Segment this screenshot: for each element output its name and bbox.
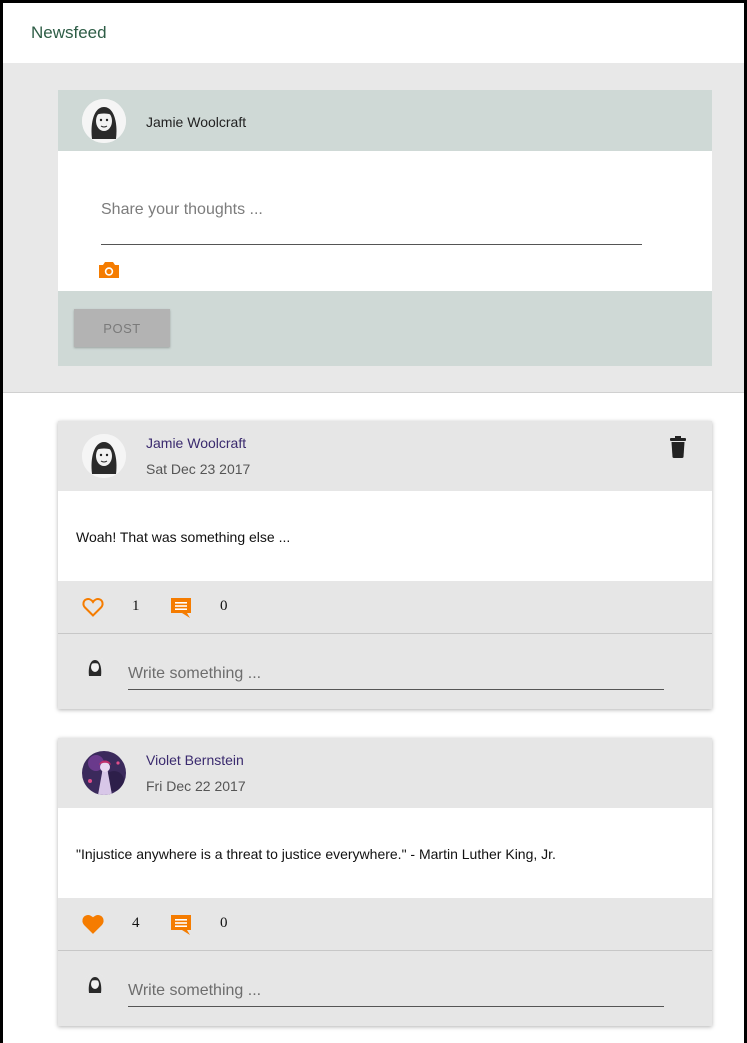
delete-trash-icon[interactable] bbox=[670, 436, 686, 458]
post-text: Woah! That was something else ... bbox=[76, 529, 291, 545]
post-actions: 1 0 bbox=[58, 581, 712, 634]
post-body: "Injustice anywhere is a threat to justi… bbox=[58, 808, 712, 898]
avatar bbox=[84, 656, 106, 678]
post-text: "Injustice anywhere is a threat to justi… bbox=[76, 846, 556, 862]
new-post-footer: POST bbox=[58, 291, 712, 366]
avatar bbox=[82, 99, 126, 143]
new-post-header: Jamie Woolcraft bbox=[58, 90, 712, 151]
post-author-name[interactable]: Jamie Woolcraft bbox=[146, 435, 246, 451]
post-actions: 4 0 bbox=[58, 898, 712, 951]
avatar bbox=[82, 434, 126, 478]
heart-filled-icon[interactable] bbox=[82, 914, 104, 934]
comment-input[interactable] bbox=[128, 658, 664, 690]
post-card: Jamie Woolcraft Sat Dec 23 2017 Woah! Th… bbox=[58, 421, 712, 709]
post-date: Fri Dec 22 2017 bbox=[146, 778, 246, 794]
like-count: 4 bbox=[132, 915, 140, 931]
post-author-name[interactable]: Violet Bernstein bbox=[146, 752, 244, 768]
comment-row bbox=[58, 634, 712, 709]
new-post-body bbox=[58, 151, 712, 291]
post-date: Sat Dec 23 2017 bbox=[146, 461, 251, 477]
comment-icon[interactable] bbox=[170, 597, 192, 619]
compose-user-name: Jamie Woolcraft bbox=[146, 114, 247, 130]
post-header: Violet Bernstein Fri Dec 22 2017 bbox=[58, 738, 712, 808]
new-post-section: Jamie Woolcraft POST bbox=[3, 63, 744, 393]
page-title: Newsfeed bbox=[31, 23, 107, 42]
share-thoughts-input[interactable] bbox=[101, 175, 642, 245]
comment-icon[interactable] bbox=[170, 914, 192, 936]
post-body: Woah! That was something else ... bbox=[58, 491, 712, 581]
new-post-card: Jamie Woolcraft POST bbox=[58, 90, 712, 366]
comment-input[interactable] bbox=[128, 975, 664, 1007]
heart-outline-icon[interactable] bbox=[82, 597, 104, 617]
app-header: Newsfeed bbox=[3, 3, 744, 63]
post-card: Violet Bernstein Fri Dec 22 2017 "Injust… bbox=[58, 738, 712, 1026]
camera-icon[interactable] bbox=[98, 261, 120, 279]
post-header: Jamie Woolcraft Sat Dec 23 2017 bbox=[58, 421, 712, 491]
avatar bbox=[82, 751, 126, 795]
like-count: 1 bbox=[132, 598, 140, 614]
comment-count: 0 bbox=[220, 598, 228, 614]
avatar bbox=[84, 973, 106, 995]
comment-count: 0 bbox=[220, 915, 228, 931]
app-frame: Newsfeed Jamie Woolcraft Share your thou… bbox=[0, 0, 747, 1043]
comment-row bbox=[58, 951, 712, 1026]
post-button[interactable]: POST bbox=[74, 309, 170, 347]
